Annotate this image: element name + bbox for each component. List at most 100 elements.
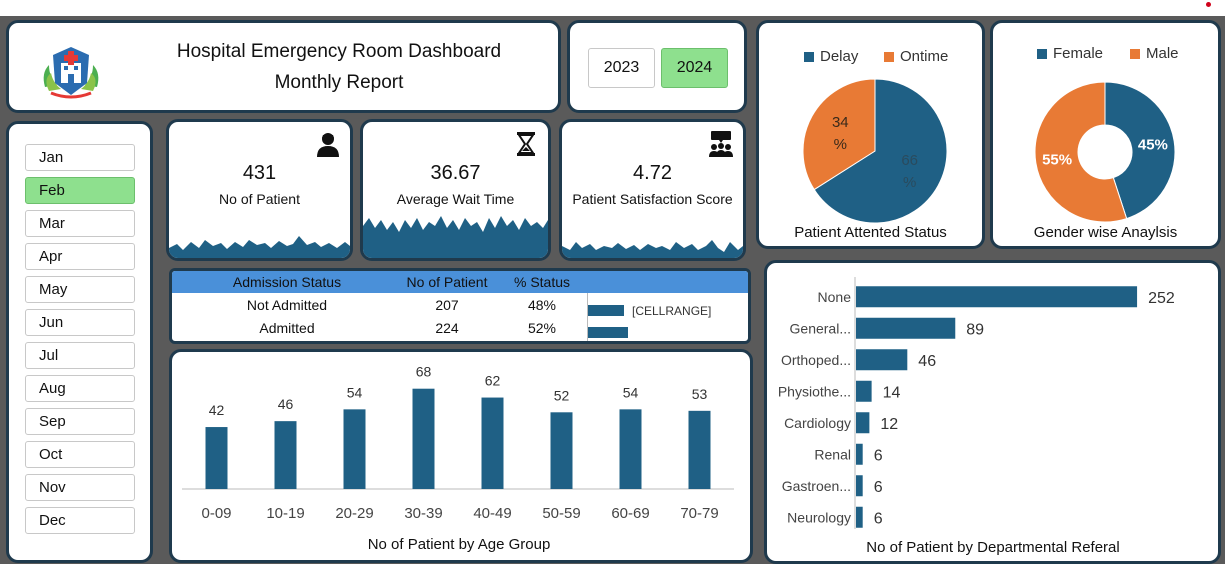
age-group-chart: 42 0-09 46 10-19 54 20-29 68 30-39 62 40-49 52 50-5…: [182, 364, 734, 553]
data-label: 68: [416, 364, 432, 380]
tick-label: Orthoped...: [781, 352, 851, 368]
dept-referral-card: None 252 General... 89 Orthoped... 46 Physioth…: [764, 260, 1221, 564]
wait-time-sparkline: [363, 216, 548, 258]
top-strip: [0, 0, 1225, 16]
group-feedback-icon: [709, 131, 733, 157]
data-label: 6: [874, 479, 883, 496]
chart-title: Patient Attented Status: [794, 224, 947, 241]
tick-label: General...: [790, 320, 851, 336]
kpi-label: Average Wait Time: [396, 191, 515, 207]
row-count: 207: [435, 297, 459, 313]
month-button-aug[interactable]: Aug: [25, 375, 135, 402]
kpi-value: 36.67: [430, 162, 481, 184]
tick-label: 60-69: [611, 505, 649, 522]
tick-label: Cardiology: [784, 415, 851, 431]
gender-donut: 45% 55%: [1034, 81, 1176, 223]
tick-label: 70-79: [680, 505, 718, 522]
month-slicer: Jan Feb Mar Apr May Jun Jul Aug Sep Oct Nov Dec: [6, 121, 153, 563]
header-admission-status: Admission Status: [232, 274, 342, 290]
admission-bar: [588, 305, 625, 316]
data-label: 54: [623, 384, 639, 400]
month-button-nov[interactable]: Nov: [25, 474, 135, 501]
row-pct: 52%: [527, 320, 557, 336]
tick-label: Physiothe...: [778, 383, 851, 399]
data-label: 6: [874, 510, 883, 527]
header-pct-status: % Status: [513, 274, 571, 290]
bar-60-69: [619, 409, 642, 489]
data-label: 6: [874, 447, 883, 464]
chart-title: No of Patient by Age Group: [368, 536, 551, 553]
month-button-feb[interactable]: Feb: [25, 177, 135, 204]
attended-status-card: Delay Ontime 66% 34% Patient Attented Sta…: [756, 20, 985, 249]
bar-20-29: [343, 409, 366, 489]
data-label: 12: [880, 416, 898, 433]
month-button-jun[interactable]: Jun: [25, 309, 135, 336]
tick-label: Renal: [814, 446, 851, 462]
bar-data-label: [CELLRANGE]: [632, 304, 712, 318]
data-label: 42: [209, 402, 225, 418]
kpi-label: No of Patient: [219, 191, 300, 207]
tick-label: 50-59: [542, 505, 580, 522]
kpi-label: Patient Satisfaction Score: [572, 191, 733, 207]
kpi-value: 431: [242, 162, 277, 184]
gender-analysis-card: Female Male 45% 55% Gender wise Anaylsis: [990, 20, 1221, 249]
month-button-sep[interactable]: Sep: [25, 408, 135, 435]
hospital-logo-icon: [43, 47, 99, 99]
kpi-card-patients: 431 No of Patient: [166, 119, 353, 261]
data-label: 52: [554, 387, 570, 403]
bar-cardiology: [856, 412, 870, 434]
dashboard-title: Hospital Emergency Room Dashboard: [176, 41, 502, 62]
data-label: 46: [278, 396, 294, 412]
month-button-oct[interactable]: Oct: [25, 441, 135, 468]
month-button-mar[interactable]: Mar: [25, 210, 135, 237]
tick-label: 40-49: [473, 505, 511, 522]
kpi-card-satisfaction: 4.72 Patient Satisfaction Score: [559, 119, 746, 261]
age-group-chart-card: 42 0-09 46 10-19 54 20-29 68 30-39 62 40-49 52 50-5…: [169, 349, 753, 563]
bar-orthoped: [856, 349, 908, 371]
month-button-apr[interactable]: Apr: [25, 243, 135, 270]
kpi-card-wait-time: 36.67 Average Wait Time: [360, 119, 551, 261]
patients-sparkline: [169, 236, 350, 258]
slice-label: 55%: [1042, 152, 1072, 169]
month-button-jan[interactable]: Jan: [25, 144, 135, 171]
bar-none: [856, 286, 1138, 308]
data-label: 54: [347, 384, 363, 400]
kpi-value: 4.72: [633, 162, 672, 184]
bar-70-79: [688, 410, 711, 489]
data-label: 89: [966, 321, 984, 338]
bar-neurology: [856, 506, 863, 528]
row-count: 224: [435, 320, 459, 336]
attended-status-pie: 66 %34%: [802, 78, 948, 224]
bar-50-59: [550, 412, 573, 489]
hourglass-icon: [517, 132, 535, 156]
bar-10-19: [274, 421, 297, 489]
admission-bar: [588, 327, 628, 338]
tick-label: Gastroen...: [782, 478, 851, 494]
slice-label: 45%: [1138, 136, 1168, 153]
satisfaction-sparkline: [562, 240, 743, 258]
month-button-dec[interactable]: Dec: [25, 507, 135, 534]
data-label: 252: [1148, 290, 1175, 307]
tick-label: Neurology: [787, 509, 851, 525]
year-button-2024[interactable]: 2024: [661, 48, 728, 88]
year-button-2023[interactable]: 2023: [588, 48, 655, 88]
tick-label: 0-09: [201, 505, 231, 522]
data-label: 53: [692, 386, 708, 402]
chart-title: Gender wise Anaylsis: [1033, 224, 1178, 241]
chart-title: No of Patient by Departmental Referal: [866, 539, 1119, 556]
patient-icon: [317, 133, 339, 157]
tick-label: 30-39: [404, 505, 442, 522]
data-label: 14: [883, 384, 901, 401]
data-label: 46: [918, 353, 936, 370]
admission-status-table: Admission Status No of Patient % Status …: [169, 268, 751, 344]
header-card: Hospital Emergency Room Dashboard Monthl…: [6, 20, 561, 113]
row-status: Not Admitted: [246, 297, 328, 313]
row-pct: 48%: [527, 297, 557, 313]
bar-renal: [856, 443, 863, 465]
dept-referral-chart: None 252 General... 89 Orthoped... 46 Physioth…: [778, 277, 1175, 556]
dashboard-subtitle: Monthly Report: [274, 72, 404, 93]
month-button-may[interactable]: May: [25, 276, 135, 303]
month-button-jul[interactable]: Jul: [25, 342, 135, 369]
row-status: Admitted: [259, 320, 315, 336]
notification-dot: [1206, 2, 1211, 7]
